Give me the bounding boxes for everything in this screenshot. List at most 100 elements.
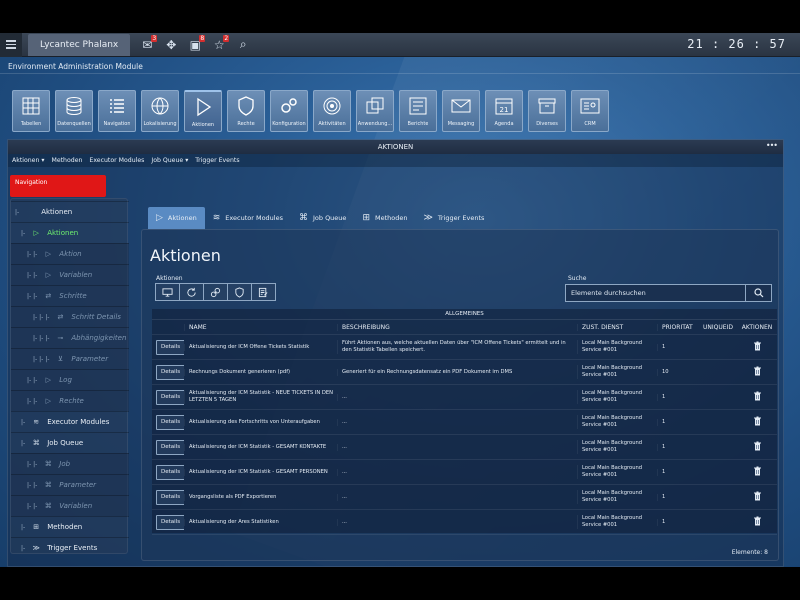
details-button[interactable]: Details xyxy=(156,464,184,480)
actions-label: Aktionen xyxy=(156,275,183,282)
nav-item-label: Log xyxy=(59,376,72,384)
details-button[interactable]: Details xyxy=(156,439,184,455)
nav-item[interactable]: |- |- ▷ Aktion xyxy=(11,243,129,264)
column-header[interactable]: NAME xyxy=(184,323,337,331)
tab-item[interactable]: ≋ Executor Modules xyxy=(205,207,291,229)
nav-item[interactable]: |- ≫ Trigger Events xyxy=(11,537,129,558)
mail-icon[interactable]: ✉ 3 xyxy=(136,33,158,57)
panel-menu-icon[interactable]: ••• xyxy=(766,141,778,150)
tile-gears[interactable]: Konfiguration xyxy=(270,90,308,132)
hamburger-menu-icon[interactable] xyxy=(0,33,22,57)
monitor-button[interactable] xyxy=(155,283,180,301)
clock: 21 : 26 : 57 xyxy=(687,37,786,51)
tile-envelope[interactable]: Messaging xyxy=(442,90,480,132)
menu-item[interactable]: Aktionen ▾ xyxy=(12,157,44,164)
column-header[interactable]: PRIORITÄT xyxy=(657,323,699,331)
column-header[interactable]: UNIQUEID xyxy=(699,324,737,331)
tree-branch: |- |- xyxy=(27,250,38,258)
delete-button[interactable] xyxy=(753,516,762,528)
tab-label: Methoden xyxy=(374,214,408,222)
nav-item[interactable]: |- |- ▷ Log xyxy=(11,369,129,390)
tile-label: Rechte xyxy=(237,121,255,127)
nav-item[interactable]: |- |- ⌘ Variablen xyxy=(11,495,129,516)
nav-item[interactable]: |- |- ▷ Variablen xyxy=(11,264,129,285)
trash-icon xyxy=(753,366,761,375)
tile-windows[interactable]: Anwendung... xyxy=(356,90,394,132)
tile-table[interactable]: Tabellen xyxy=(12,90,50,132)
nav-item[interactable]: |- |- ⌘ Parameter xyxy=(11,474,129,495)
nav-item[interactable]: |- |- ▷ Rechte xyxy=(11,390,129,411)
menu-item[interactable]: Trigger Events xyxy=(195,157,239,164)
nav-item[interactable]: |- |- ⌘ Job xyxy=(11,453,129,474)
tile-play[interactable]: Aktionen xyxy=(184,90,222,132)
row-priority: 1 xyxy=(657,518,699,526)
tree-branch: |- xyxy=(15,208,20,216)
nav-item[interactable]: |- Aktionen xyxy=(11,201,129,222)
search-icon[interactable]: ⌕ xyxy=(232,33,254,57)
nav-item[interactable]: |- |- |- ⊸ Abhängigkeiten xyxy=(11,327,129,348)
tab-label: Job Queue xyxy=(312,214,347,222)
tile-list[interactable]: Navigation xyxy=(98,90,136,132)
tab-item[interactable]: ▷ Aktionen xyxy=(148,207,205,229)
nav-item[interactable]: |- |- |- ⊻ Parameter xyxy=(11,348,129,369)
details-button[interactable]: Details xyxy=(156,364,184,380)
menu-item[interactable]: Job Queue ▾ xyxy=(151,157,188,164)
tile-shield[interactable]: Rechte xyxy=(227,90,265,132)
delete-button[interactable] xyxy=(753,466,762,478)
tab-label: Aktionen xyxy=(167,214,197,222)
search-button[interactable] xyxy=(746,284,772,302)
tile-report[interactable]: Berichte xyxy=(399,90,437,132)
refresh-button[interactable] xyxy=(179,283,204,301)
search-input[interactable] xyxy=(565,284,746,302)
nav-item-icon: ⌘ xyxy=(32,439,40,447)
details-button[interactable]: Details xyxy=(156,389,184,405)
details-button[interactable]: Details xyxy=(156,489,184,505)
permissions-button[interactable] xyxy=(227,283,252,301)
tab-item[interactable]: ⊞ Methoden xyxy=(354,207,415,229)
tile-card[interactable]: CRM xyxy=(571,90,609,132)
edit-button[interactable] xyxy=(251,283,276,301)
nav-item[interactable]: |- |- |- ⇄ Schritt Details xyxy=(11,306,129,327)
nav-item[interactable]: |- ≋ Executor Modules xyxy=(11,411,129,432)
row-service: Local Main Background Service #001 xyxy=(577,490,657,504)
nav-item[interactable]: |- ⌘ Job Queue xyxy=(11,432,129,453)
nav-item[interactable]: |- ⊞ Methoden xyxy=(11,516,129,537)
panel-title: AKTIONEN xyxy=(377,143,414,151)
details-button[interactable]: Details xyxy=(156,339,184,355)
toolbar xyxy=(155,283,276,301)
trash-icon xyxy=(753,466,761,475)
delete-button[interactable] xyxy=(753,391,762,403)
calendar-icon[interactable]: ▣ 8 xyxy=(184,33,206,57)
nav-item[interactable]: |- |- ⇄ Schritte xyxy=(11,285,129,306)
menu-item[interactable]: Methoden xyxy=(51,157,82,164)
column-header[interactable]: BESCHREIBUNG xyxy=(337,323,577,331)
delete-button[interactable] xyxy=(753,416,762,428)
move-icon[interactable]: ✥ xyxy=(160,33,182,57)
row-name: Aktualisierung des Fortschritts von Unte… xyxy=(184,418,337,426)
tab-item[interactable]: ≫ Trigger Events xyxy=(415,207,492,229)
link-button[interactable] xyxy=(203,283,228,301)
nav-item[interactable]: |- ▷ Aktionen xyxy=(11,222,129,243)
column-header[interactable]: ZUST. DIENST xyxy=(577,323,657,331)
row-service: Local Main Background Service #001 xyxy=(577,440,657,454)
menu-item[interactable]: Executor Modules xyxy=(89,157,144,164)
tile-globe[interactable]: Lokalisierung xyxy=(141,90,179,132)
tab-item[interactable]: ⌘ Job Queue xyxy=(291,207,354,229)
details-button[interactable]: Details xyxy=(156,514,184,530)
column-header[interactable]: AKTIONEN xyxy=(737,324,777,331)
tile-box[interactable]: Diverses xyxy=(528,90,566,132)
delete-button[interactable] xyxy=(753,491,762,503)
row-service: Local Main Background Service #001 xyxy=(577,465,657,479)
star-icon[interactable]: ☆ 2 xyxy=(208,33,230,57)
tile-target[interactable]: Aktivitäten xyxy=(313,90,351,132)
tile-calendar21[interactable]: 21 Agenda xyxy=(485,90,523,132)
delete-button[interactable] xyxy=(753,341,762,353)
nav-item-icon: ▷ xyxy=(33,229,39,237)
tile-database[interactable]: Datenquellen xyxy=(55,90,93,132)
app-title-tab[interactable]: Lycantec Phalanx xyxy=(28,33,131,56)
edit-icon xyxy=(258,287,268,297)
details-button[interactable]: Details xyxy=(156,414,184,430)
page-title: Aktionen xyxy=(150,246,221,265)
delete-button[interactable] xyxy=(753,441,762,453)
delete-button[interactable] xyxy=(753,366,762,378)
